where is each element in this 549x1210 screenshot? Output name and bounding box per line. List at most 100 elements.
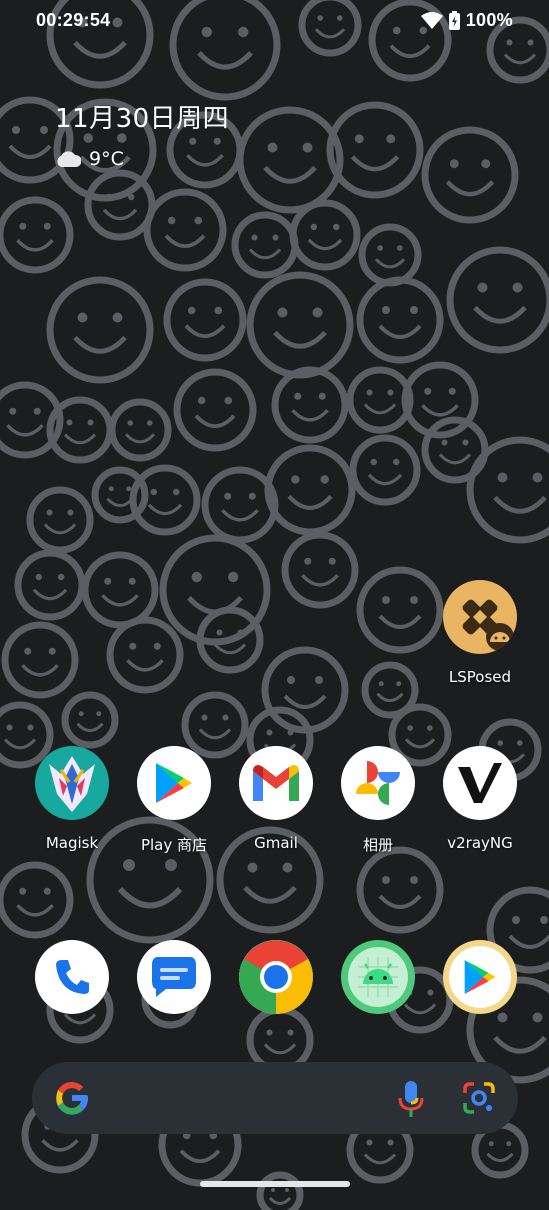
emoji-eye [382, 596, 390, 604]
emoji-mouth [486, 1152, 514, 1163]
emoji-mouth [376, 692, 404, 703]
emoji-mouth [101, 594, 139, 607]
emoji-eye [150, 488, 157, 496]
emoji-mouth [126, 659, 164, 672]
microphone-icon[interactable] [398, 1080, 424, 1118]
emoji-face [236, 106, 344, 214]
emoji-mouth [243, 885, 297, 904]
emoji-mouth [263, 165, 317, 184]
gmail-icon [239, 746, 313, 820]
emoji-eye [127, 420, 133, 426]
emoji-mouth [248, 248, 282, 260]
emoji-eye [386, 134, 396, 144]
dock-play-store[interactable] [430, 940, 530, 1014]
weather-widget[interactable]: 9°C [55, 148, 124, 170]
emoji-eye [512, 282, 523, 293]
date-widget[interactable]: 11月30日周四 [55, 98, 229, 135]
dock-chrome[interactable] [226, 940, 326, 1014]
emoji-face [106, 616, 184, 694]
emoji-eye [277, 307, 288, 318]
emoji-eye [366, 1139, 373, 1146]
emoji-eye [40, 126, 48, 134]
emoji-mouth [194, 414, 236, 429]
emoji-eye [147, 420, 153, 426]
emoji-eye [481, 159, 491, 169]
emoji-mouth [184, 324, 226, 339]
emoji-eye [58, 573, 65, 581]
emoji-face [356, 846, 444, 934]
emoji-eye [96, 711, 102, 717]
play-store-icon [137, 746, 211, 820]
emoji-eye [448, 387, 456, 395]
emoji-mouth [363, 1153, 397, 1165]
emoji-eye [19, 222, 27, 230]
emoji-eye [287, 676, 295, 684]
emoji-eye [108, 486, 114, 492]
app-magisk[interactable]: Magisk [22, 746, 122, 852]
emoji-eye [214, 306, 223, 315]
emoji-eye [424, 387, 432, 395]
lens-icon[interactable] [462, 1081, 496, 1115]
emoji-eye [24, 647, 32, 655]
emoji-eye [304, 557, 312, 565]
dock-phone[interactable] [22, 940, 122, 1014]
emoji-eye [129, 642, 137, 650]
emoji-eye [427, 725, 433, 731]
emoji-face [81, 551, 159, 629]
app-v2rayng[interactable]: v2rayNG [430, 746, 530, 852]
emoji-mouth [16, 239, 54, 252]
emoji-eye [128, 577, 136, 585]
emoji-mouth [73, 40, 127, 59]
app-gmail[interactable]: Gmail [226, 746, 326, 852]
emoji-eye [48, 647, 56, 655]
emoji-mouth [21, 664, 59, 677]
app-photos[interactable]: 相册 [328, 746, 428, 855]
dock-android[interactable] [328, 940, 428, 1014]
emoji-eye [213, 137, 221, 145]
emoji-mouth [106, 497, 134, 508]
emoji-face [466, 436, 549, 544]
emoji-face [358, 223, 422, 287]
emoji-eye [46, 509, 53, 516]
emoji-eye [317, 15, 324, 21]
emoji-eye [477, 282, 488, 293]
android-icon [341, 940, 415, 1014]
v2rayng-icon [443, 746, 517, 820]
emoji-mouth [273, 330, 327, 349]
emoji-eye [407, 725, 414, 731]
emoji-mouth [43, 523, 77, 535]
dock-messages[interactable] [124, 940, 224, 1014]
emoji-face [61, 691, 119, 749]
emoji-eye [266, 729, 273, 736]
google-search-bar[interactable] [32, 1062, 518, 1134]
app-play-store[interactable]: Play 商店 [124, 746, 224, 855]
emoji-mouth [124, 433, 156, 444]
emoji-eye [67, 509, 74, 516]
emoji-face [84, 169, 156, 241]
emoji-mouth [198, 728, 232, 740]
emoji-mouth [291, 409, 329, 422]
app-label: Play 商店 [140, 836, 208, 854]
emoji-face [0, 861, 74, 939]
emoji-eye [285, 1188, 289, 1192]
emoji-face [246, 1006, 314, 1074]
emoji-mouth [8, 144, 52, 159]
emoji-eye [216, 629, 223, 636]
emoji-eye [9, 407, 17, 415]
emoji-eye [310, 223, 317, 231]
emoji-face [356, 276, 444, 364]
emoji-mouth [186, 154, 224, 167]
emoji-face [356, 566, 444, 654]
emoji-face [14, 549, 86, 621]
emoji-mouth [76, 722, 104, 733]
emoji-eye [165, 859, 177, 871]
emoji-eye [77, 312, 88, 323]
emoji-mouth [102, 208, 138, 221]
emoji-eye [333, 223, 340, 231]
navigation-handle[interactable] [200, 1181, 350, 1187]
emoji-mouth [367, 473, 403, 486]
emoji-eye [112, 312, 123, 323]
emoji-face [349, 434, 421, 506]
emoji-mouth [164, 234, 206, 249]
app-lsposed[interactable]: LSPosed [430, 580, 530, 686]
